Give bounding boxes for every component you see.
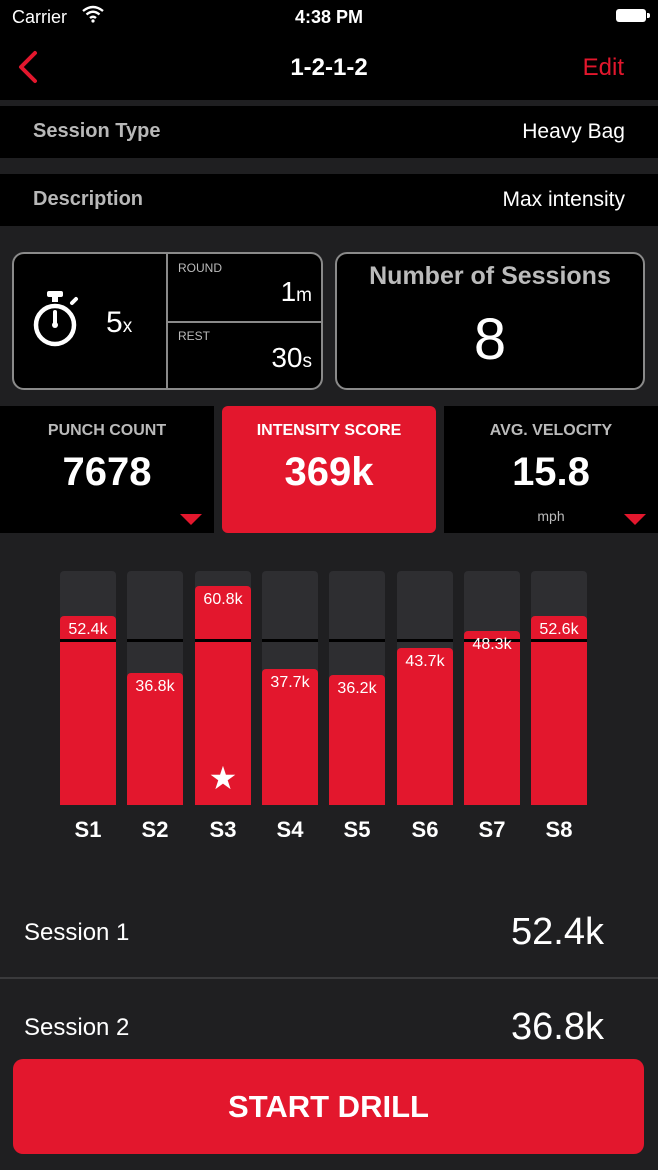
average-line — [60, 639, 116, 643]
punch-count-value: 7678 — [62, 450, 152, 494]
timer-settings-box[interactable]: 5x ROUND 1m REST 30s — [12, 252, 323, 390]
bar-value-label: 52.6k — [539, 620, 579, 638]
intensity-score-label: INTENSITY SCORE — [256, 422, 402, 439]
bar-value-label: 36.8k — [135, 677, 175, 695]
bar-category-label: S4 — [276, 817, 304, 842]
status-bar: Carrier 4:38 PM — [0, 0, 658, 34]
bar-value-label: 48.3k — [472, 636, 512, 654]
rest-label: REST — [178, 329, 211, 343]
session-type-label: Session Type — [33, 120, 161, 142]
best-star-icon: ★ — [208, 760, 238, 796]
battery-icon — [616, 9, 650, 22]
bar-category-label: S6 — [411, 817, 439, 842]
intensity-score-value: 369k — [284, 450, 374, 494]
rest-duration: 30s — [271, 342, 312, 373]
bar-value-label: 43.7k — [405, 652, 445, 670]
bar-value-label: 52.4k — [68, 621, 108, 639]
bar-s8[interactable] — [531, 615, 587, 805]
average-line — [127, 639, 183, 643]
session-bar-chart: 52.4k S1 36.8k S2 60.8k S3 ★ 37.7k S4 36.2k S5 43.7… — [0, 533, 658, 853]
avg-velocity-value: 15.8 — [512, 450, 590, 494]
dropdown-triangle-icon — [180, 514, 202, 525]
start-drill-label: START DRILL — [228, 1089, 429, 1124]
average-line — [531, 639, 587, 643]
bar-category-label: S5 — [343, 817, 371, 842]
bar-s6[interactable] — [397, 647, 453, 805]
average-line — [329, 639, 385, 643]
bar-value-label: 60.8k — [203, 591, 243, 609]
divider — [0, 977, 658, 979]
avg-velocity-stat[interactable]: AVG. VELOCITY 15.8 mph — [444, 406, 658, 533]
description-label: Description — [33, 188, 144, 210]
intensity-score-stat[interactable]: INTENSITY SCORE 369k — [222, 406, 436, 533]
average-line — [262, 639, 318, 643]
session-value: 36.8k — [511, 1006, 604, 1048]
sessions-count: 8 — [473, 307, 507, 372]
bar-category-label: S2 — [141, 817, 169, 842]
bar-category-label: S3 — [209, 817, 237, 842]
nav-bar: 1-2-1-2 Edit — [0, 34, 658, 100]
divider — [168, 321, 321, 323]
session-type-value: Heavy Bag — [522, 120, 625, 143]
average-line — [195, 639, 251, 643]
bar-s1[interactable] — [60, 616, 116, 805]
list-item[interactable]: Session 1 52.4k — [0, 886, 658, 980]
session-label: Session 2 — [24, 1014, 130, 1041]
start-drill-button[interactable]: START DRILL — [13, 1059, 644, 1154]
rounds-multiplier: 5x — [106, 306, 133, 339]
session-label: Session 1 — [24, 919, 130, 946]
punch-count-label: PUNCH COUNT — [47, 422, 167, 439]
stopwatch-icon — [28, 290, 82, 353]
description-value: Max intensity — [502, 188, 625, 211]
number-of-sessions-box[interactable]: Number of Sessions 8 — [335, 252, 645, 390]
avg-velocity-label: AVG. VELOCITY — [489, 422, 613, 439]
dropdown-triangle-icon — [624, 514, 646, 525]
round-duration: 1m — [280, 276, 312, 307]
page-title: 1-2-1-2 — [290, 54, 368, 81]
clock: 4:38 PM — [294, 7, 364, 27]
session-value: 52.4k — [511, 911, 604, 953]
bar-category-label: S8 — [545, 817, 573, 842]
bar-s7[interactable] — [464, 631, 520, 805]
sessions-label: Number of Sessions — [369, 262, 611, 290]
bar-value-label: 36.2k — [337, 679, 377, 697]
round-label: ROUND — [178, 261, 222, 275]
punch-count-stat[interactable]: PUNCH COUNT 7678 — [0, 406, 214, 533]
edit-button[interactable]: Edit — [583, 54, 624, 82]
bar-category-label: S1 — [74, 817, 102, 842]
bar-value-label: 37.7k — [270, 674, 310, 692]
average-line — [397, 639, 453, 643]
session-type-row[interactable]: Session Type Heavy Bag — [0, 106, 658, 158]
description-row[interactable]: Description Max intensity — [0, 174, 658, 226]
bar-category-label: S7 — [478, 817, 506, 842]
